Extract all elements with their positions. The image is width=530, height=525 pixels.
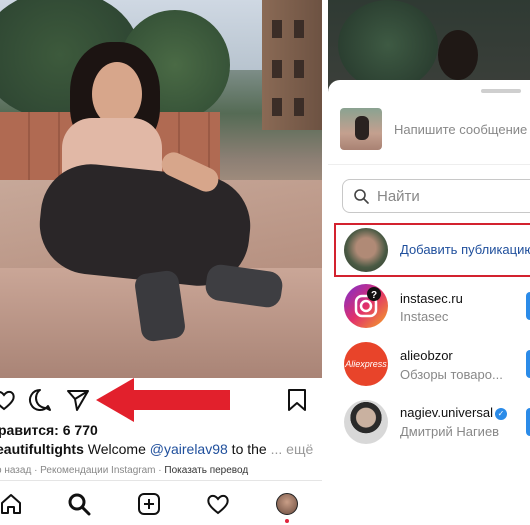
translate-link[interactable]: Показать перевод — [164, 465, 248, 476]
sheet-drag-handle[interactable] — [481, 89, 521, 93]
separator — [328, 164, 530, 165]
contact-avatar-nagiev[interactable] — [344, 400, 388, 444]
annotation-arrow — [96, 378, 230, 422]
contact-subtitle: Обзоры товаро... — [400, 367, 503, 382]
send-button[interactable] — [526, 408, 530, 436]
home-icon[interactable] — [0, 491, 24, 517]
post-thumbnail — [340, 108, 382, 150]
caption-text-2: to the — [227, 441, 271, 457]
svg-text:?: ? — [371, 290, 377, 301]
contact-name: alieobzor — [400, 348, 453, 363]
contact-name: instasec.ru — [400, 291, 463, 306]
add-publication-avatar[interactable] — [344, 228, 388, 272]
share-sheet: Напишите сообщение Найти Добавить публик… — [328, 80, 530, 525]
search-nav-icon[interactable] — [66, 491, 92, 517]
profile-avatar[interactable] — [274, 491, 300, 523]
post-caption: eautifultights Welcome @yairelav98 to th… — [0, 441, 322, 457]
post-meta: о назад · Рекомендации Instagram · Показ… — [0, 465, 248, 476]
contact-avatar-instasec[interactable]: ? — [344, 284, 388, 328]
add-publication-link[interactable]: Добавить публикацию — [400, 242, 530, 257]
caption-username[interactable]: eautifultights — [0, 441, 84, 457]
instagram-logo-icon: ? — [354, 287, 381, 318]
aliexpress-logo: Aliexpress — [345, 359, 387, 369]
send-button[interactable] — [526, 350, 530, 378]
comment-icon[interactable] — [26, 386, 54, 414]
contact-subtitle: Дмитрий Нагиев — [400, 424, 500, 439]
post-photo[interactable] — [0, 0, 322, 378]
contact-avatar-alieobzor[interactable]: Aliexpress — [344, 342, 388, 386]
activity-heart-icon[interactable] — [205, 491, 231, 517]
contact-name-text: nagiev.universal — [400, 405, 493, 420]
screen: равится: 6 770 eautifultights Welcome @y… — [0, 0, 530, 525]
send-button[interactable] — [526, 292, 530, 320]
caption-more-link[interactable]: ... ещё — [271, 441, 314, 457]
meta-text: о назад · Рекомендации Instagram · — [0, 465, 165, 476]
contact-subtitle: Instasec — [400, 309, 449, 324]
background-photo — [328, 0, 530, 90]
search-input[interactable]: Найти — [342, 179, 530, 213]
like-icon[interactable] — [0, 386, 18, 414]
contact-name: nagiev.universal ✓ — [400, 405, 507, 420]
notification-dot — [285, 519, 289, 523]
caption-mention[interactable]: @yairelav98 — [150, 441, 228, 457]
message-input[interactable]: Напишите сообщение — [394, 122, 527, 137]
likes-count: равится: 6 770 — [0, 422, 98, 438]
bottom-nav — [0, 480, 322, 525]
share-send-icon[interactable] — [64, 386, 92, 414]
share-view: Напишите сообщение Найти Добавить публик… — [328, 0, 530, 525]
search-icon — [354, 189, 369, 204]
post-view: равится: 6 770 eautifultights Welcome @y… — [0, 0, 322, 525]
search-placeholder: Найти — [377, 188, 420, 205]
bookmark-icon[interactable] — [283, 386, 311, 414]
verified-badge-icon: ✓ — [494, 407, 507, 420]
new-post-icon[interactable] — [136, 491, 162, 517]
caption-text: Welcome — [83, 441, 150, 457]
